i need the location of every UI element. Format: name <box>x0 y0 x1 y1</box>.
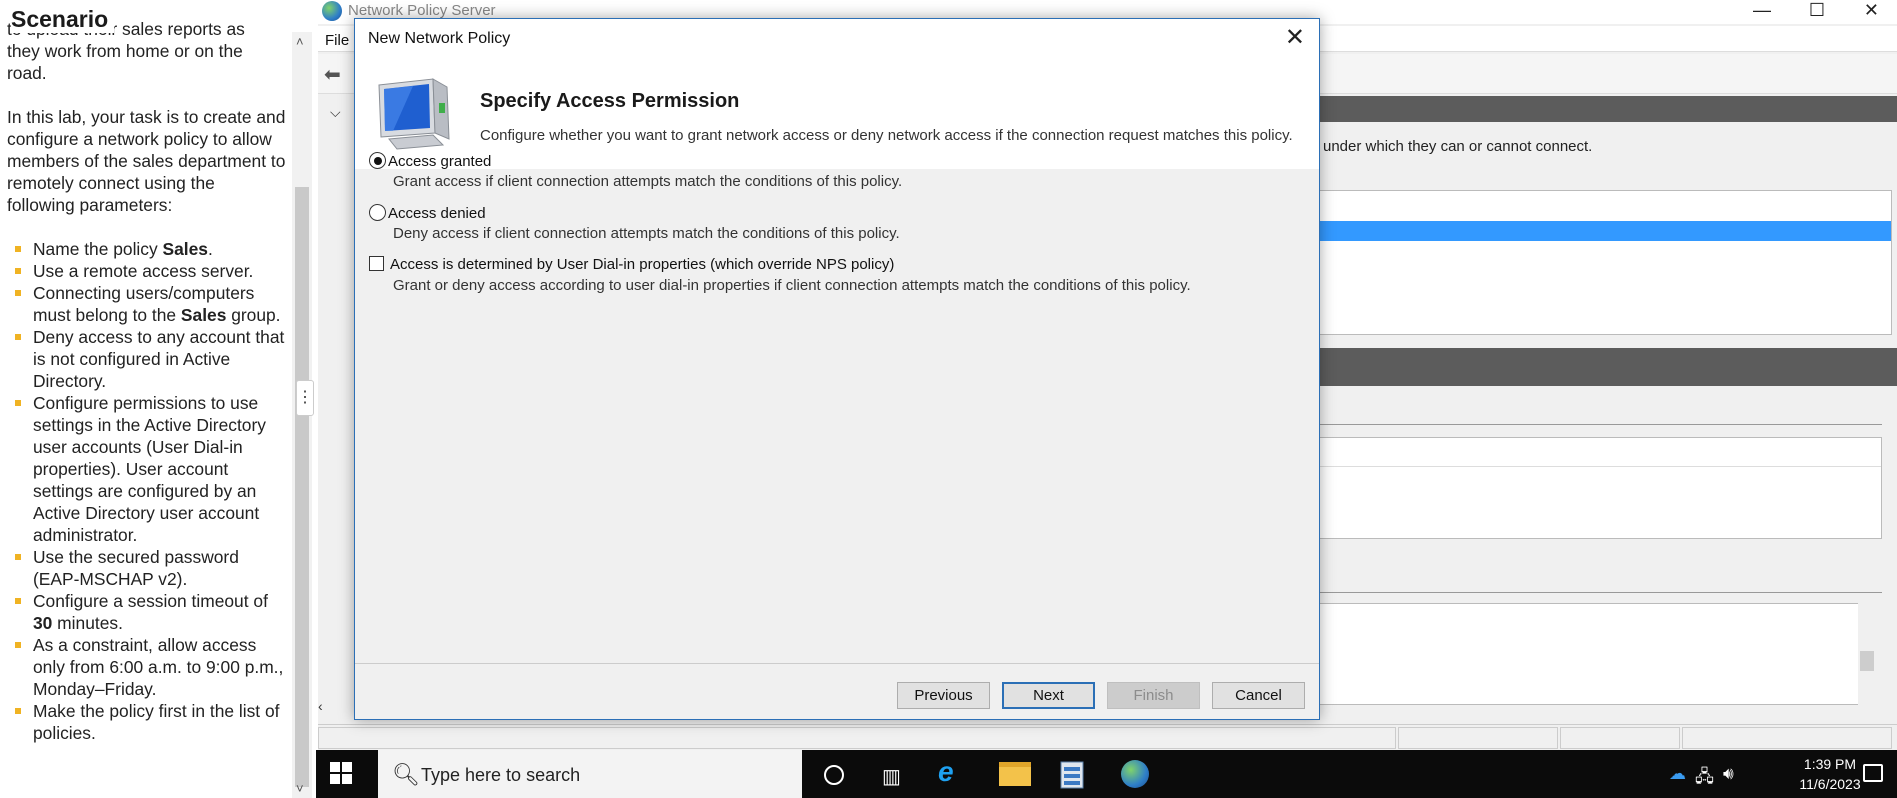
divider <box>1318 424 1882 425</box>
menu-file[interactable]: File <box>325 32 349 49</box>
access-granted-description: Grant access if client connection attemp… <box>393 173 903 190</box>
close-icon[interactable]: ✕ <box>1285 23 1305 52</box>
next-button[interactable]: Next <box>1002 682 1095 709</box>
nps-conditions-list[interactable] <box>1318 437 1882 539</box>
access-granted-radio[interactable]: Access granted <box>369 152 491 170</box>
finish-button: Finish <box>1107 682 1200 709</box>
access-denied-description: Deny access if client connection attempt… <box>393 225 900 242</box>
requirement-item: Use a remote access server. <box>15 260 287 282</box>
selected-row[interactable] <box>1319 221 1891 241</box>
search-icon: 🔍︎ <box>392 762 420 787</box>
scenario-panel: to upload their sales reports as they wo… <box>0 0 316 798</box>
access-granted-label[interactable]: Access granted <box>388 153 491 170</box>
radio-selected-icon[interactable] <box>369 152 386 169</box>
user-dialin-description: Grant or deny access according to user d… <box>393 277 1191 294</box>
cortana-icon[interactable] <box>824 765 844 785</box>
taskbar-search-box[interactable]: 🔍︎ Type here to search <box>378 750 802 798</box>
clock-time[interactable]: 1:39 PM <box>1790 756 1870 772</box>
nps-description: under which they can or cannot connect. <box>1323 138 1593 155</box>
task-view-icon[interactable]: ▥ <box>882 764 914 796</box>
divider <box>355 663 1319 664</box>
requirement-item: Use the secured password (EAP-MSCHAP v2)… <box>15 546 287 590</box>
user-dialin-label[interactable]: Access is determined by User Dial-in pro… <box>390 256 894 273</box>
notification-icon[interactable] <box>1863 764 1883 782</box>
user-dialin-checkbox[interactable]: Access is determined by User Dial-in pro… <box>369 256 894 273</box>
clock-date[interactable]: 11/6/2023 <box>1790 776 1870 792</box>
scenario-text: to upload their sales reports as they wo… <box>7 18 287 744</box>
dialog-heading: Specify Access Permission <box>480 90 740 112</box>
cancel-button[interactable]: Cancel <box>1212 682 1305 709</box>
requirement-item: Configure permissions to use settings in… <box>15 392 287 546</box>
nps-globe-icon[interactable] <box>1121 760 1149 788</box>
dialog-title: New Network Policy <box>368 30 511 47</box>
nps-policy-list[interactable] <box>1318 190 1892 335</box>
volume-icon[interactable]: 🔊︎ <box>1723 764 1734 784</box>
previous-button[interactable]: Previous <box>897 682 990 709</box>
scroll-thumb[interactable] <box>295 187 309 787</box>
close-icon[interactable]: ✕ <box>1864 0 1879 21</box>
file-explorer-icon[interactable] <box>999 762 1031 786</box>
scenario-task-paragraph: In this lab, your task is to create and … <box>7 107 286 215</box>
checkbox-icon[interactable] <box>369 256 384 271</box>
nps-window-title: Network Policy Server <box>348 2 496 19</box>
nps-section-header <box>1318 96 1897 122</box>
list-scrollbar[interactable] <box>1858 603 1876 705</box>
onedrive-cloud-icon[interactable]: ☁ <box>1669 764 1686 784</box>
server-manager-icon[interactable] <box>1058 758 1088 790</box>
nps-globe-icon <box>322 1 342 21</box>
new-network-policy-dialog: New Network Policy ✕ Specify Access Perm… <box>354 18 1320 720</box>
dialog-header: Specify Access Permission Configure whet… <box>355 59 1319 169</box>
requirement-item: Configure a session timeout of 30 minute… <box>15 590 287 634</box>
panel-splitter-handle[interactable]: ⋮ <box>296 380 314 416</box>
nps-statusbar <box>318 724 1897 750</box>
nps-section-header <box>1318 348 1897 386</box>
monitor-icon <box>378 78 450 150</box>
network-icon[interactable]: 🖧︎ <box>1695 764 1714 793</box>
access-denied-label[interactable]: Access denied <box>388 205 486 222</box>
scroll-down-icon[interactable]: ˅ <box>296 781 304 796</box>
radio-unselected-icon[interactable] <box>369 204 386 221</box>
dialog-titlebar: New Network Policy ✕ <box>355 19 1319 59</box>
search-placeholder[interactable]: Type here to search <box>421 765 580 786</box>
divider <box>1318 592 1882 593</box>
requirement-item: As a constraint, allow access only from … <box>15 634 287 700</box>
requirement-item: Make the policy first in the list of pol… <box>15 700 287 744</box>
requirement-item: Connecting users/computers must belong t… <box>15 282 287 326</box>
scroll-left-icon[interactable]: ‹ <box>318 698 358 718</box>
requirement-item: Name the policy Sales. <box>15 238 287 260</box>
scenario-requirements-list: Name the policy Sales. Use a remote acce… <box>7 238 287 744</box>
system-tray: ☁ 🖧︎ 🔊︎ 1:39 PM 11/6/2023 <box>1657 750 1897 798</box>
scenario-title: Scenario <box>11 6 115 33</box>
back-arrow-icon[interactable]: ⬅ <box>324 62 341 87</box>
requirement-item: Deny access to any account that is not c… <box>15 326 287 392</box>
maximize-icon[interactable]: ☐ <box>1809 0 1825 21</box>
access-denied-radio[interactable]: Access denied <box>369 204 486 222</box>
dialog-subheading: Configure whether you want to grant netw… <box>480 127 1293 144</box>
scenario-intro: they work from home or on the road. <box>7 41 243 83</box>
internet-explorer-icon[interactable]: e <box>938 756 970 788</box>
taskbar: 🔍︎ Type here to search ▥ e ☁ 🖧︎ 🔊︎ 1:39 … <box>316 750 1897 798</box>
tree-expand-chevron-icon[interactable]: ⌵ <box>330 104 341 121</box>
scroll-up-icon[interactable]: ˄ <box>296 34 304 49</box>
minimize-icon[interactable]: — <box>1753 0 1771 21</box>
windows-start-icon[interactable] <box>330 762 354 786</box>
nps-settings-list[interactable] <box>1318 603 1872 705</box>
